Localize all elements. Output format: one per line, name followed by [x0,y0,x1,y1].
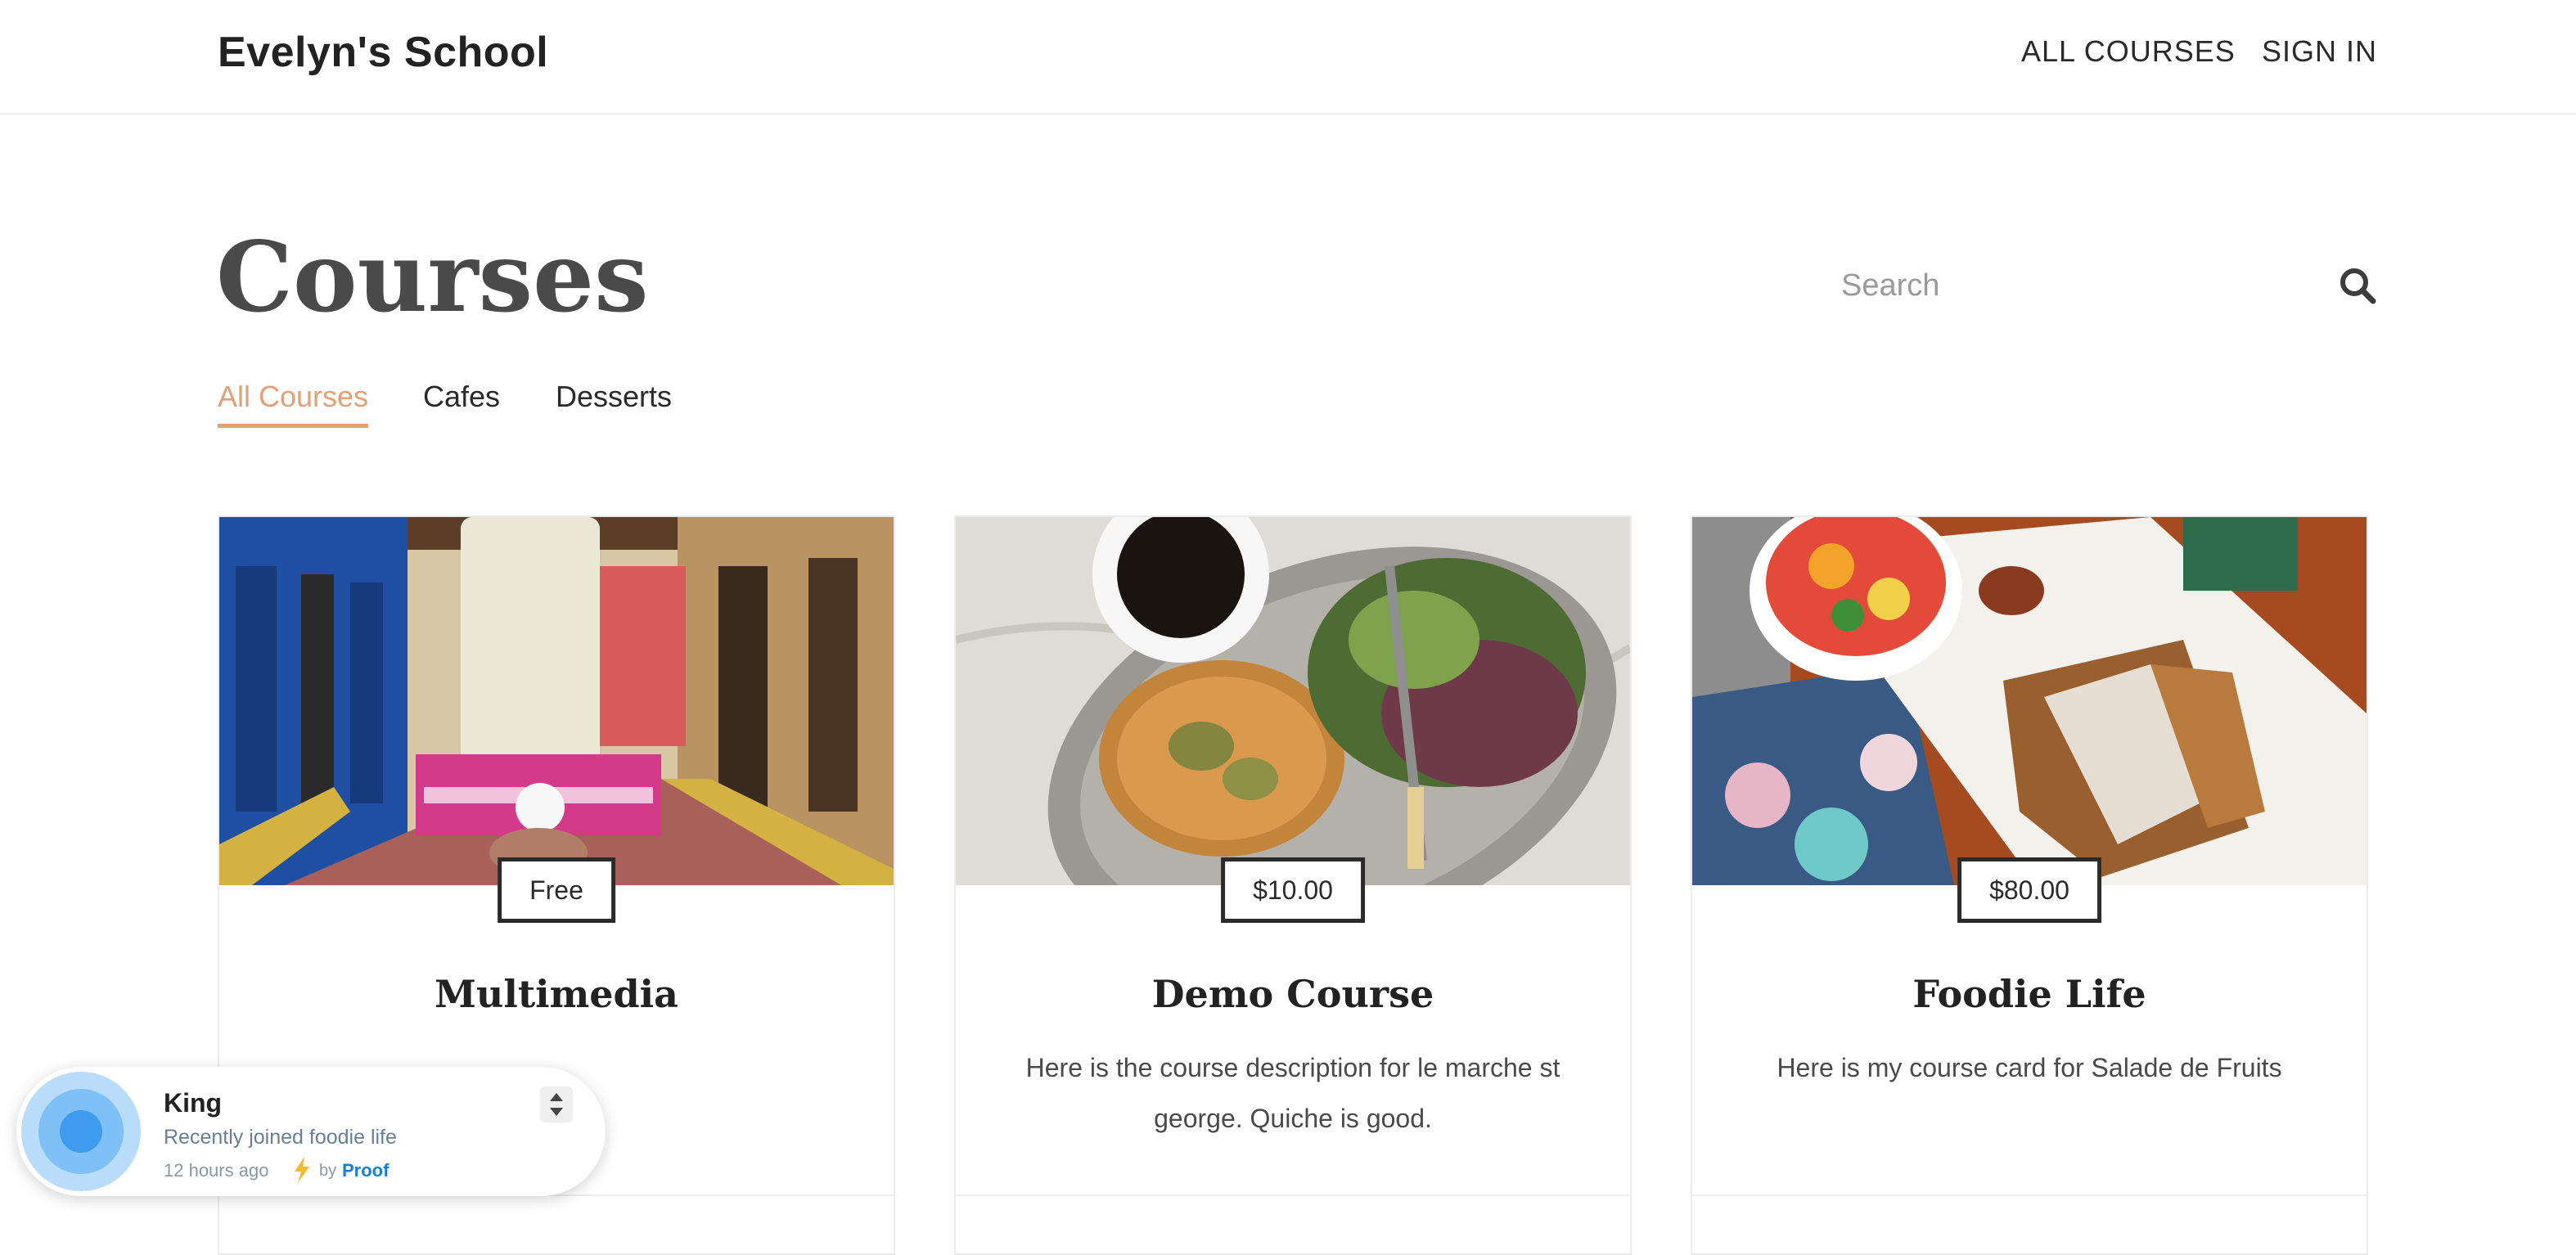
tab-cafes[interactable]: Cafes [423,380,500,424]
french-toast-photo [1692,517,2367,885]
proof-by-label: by [319,1162,337,1180]
proof-notification[interactable]: King Recently joined foodie life 12 hour… [16,1067,606,1196]
tab-desserts[interactable]: Desserts [556,380,672,424]
proof-user-name: King [164,1088,223,1118]
search-icon[interactable] [2337,265,2378,306]
price-badge: $80.00 [1957,857,2101,923]
course-title[interactable]: Foodie Life [1692,972,2367,1016]
course-description: Here is my course card for Salade de Fru… [1777,1053,2282,1082]
card-divider [1692,1194,2367,1196]
course-title[interactable]: Demo Course [956,972,1630,1016]
lightning-icon [295,1157,309,1183]
nav-sign-in[interactable]: SIGN IN [2262,34,2377,69]
course-title[interactable]: Multimedia [219,972,894,1016]
search-box [1841,260,2376,311]
price-badge: $10.00 [1221,857,1365,923]
tab-all-courses[interactable]: All Courses [218,380,369,428]
chevron-up-down-icon[interactable] [540,1086,573,1122]
popsicle-photo [219,517,894,885]
course-card-demo-course[interactable]: $10.00 Demo Course Here is the course de… [954,515,1632,1255]
proof-message: Recently joined foodie life [164,1126,397,1149]
card-divider [956,1194,1630,1196]
quiche-photo [956,517,1630,885]
proof-timestamp: 12 hours ago [164,1160,269,1181]
pulse-avatar-icon [21,1072,141,1191]
nav-all-courses[interactable]: ALL COURSES [2021,34,2236,69]
top-navbar: Evelyn's School ALL COURSES SIGN IN [0,0,2576,115]
course-card-foodie-life[interactable]: $80.00 Foodie Life Here is my course car… [1691,515,2368,1255]
school-brand[interactable]: Evelyn's School [218,28,548,77]
proof-brand-link[interactable]: Proof [342,1160,389,1181]
page-title: Courses [216,220,649,334]
price-badge: Free [498,857,615,923]
course-description: Here is the course description for le ma… [1025,1053,1560,1133]
search-input[interactable] [1841,260,2299,311]
